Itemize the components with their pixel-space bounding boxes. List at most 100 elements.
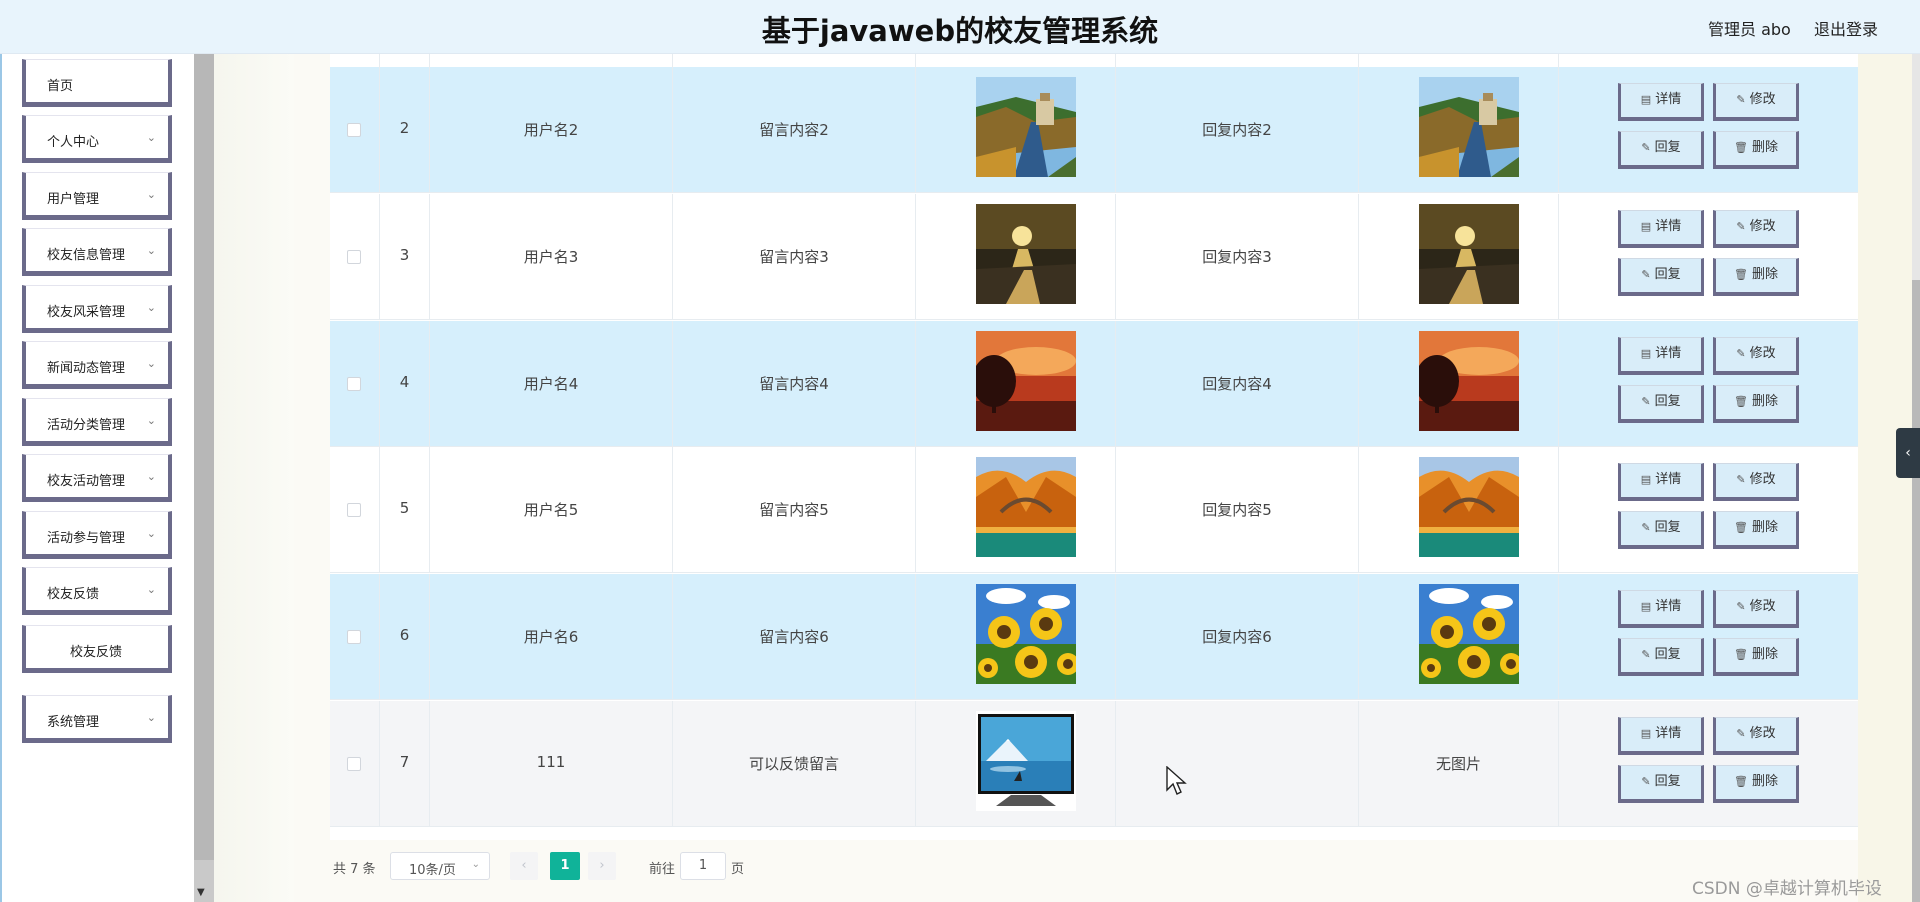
row-checkbox[interactable] (347, 123, 361, 137)
page-scrollbar-thumb[interactable] (1912, 280, 1920, 902)
detail-button[interactable]: ▤ 详情 (1618, 210, 1704, 248)
delete-button[interactable]: 🗑 删除 (1713, 765, 1799, 803)
page-size-select[interactable]: 10条/页 ⌄ (390, 852, 490, 880)
page-scrollbar[interactable] (1912, 54, 1920, 902)
prev-page-button[interactable]: ‹ (510, 852, 538, 880)
sidebar: 首页 个人中心 ⌄ 用户管理 ⌄ 校友信息管理 ⌄ 校友风采管理 ⌄ 新闻动态管… (0, 54, 214, 902)
reply-image-cell (1359, 574, 1559, 700)
message-text: 留言内容5 (759, 501, 829, 519)
sidebar-item-alumni-feedback[interactable]: 校友反馈 ⌄ (22, 567, 172, 615)
username-cell: 用户名2 (430, 67, 673, 193)
reply-icon: ✎ (1641, 395, 1651, 408)
sidebar-scrollbar-thumb[interactable] (194, 54, 214, 860)
scroll-down-arrow-icon[interactable]: ▼ (197, 887, 205, 898)
reply-button[interactable]: ✎ 回复 (1618, 638, 1704, 676)
row-checkbox[interactable] (347, 757, 361, 771)
index-cell: 3 (380, 194, 430, 320)
edit-button[interactable]: ✎ 修改 (1713, 210, 1799, 248)
table-row: 2 用户名2 留言内容2 回复内容2 ▤ 详情 ✎ 修改 ✎ 回复 🗑 删除 (330, 67, 1858, 193)
table-row: 3 用户名3 留言内容3 回复内容3 ▤ 详情 ✎ 修改 ✎ 回复 🗑 删除 (330, 194, 1858, 320)
sidebar-item-label: 新闻动态管理 (47, 361, 126, 376)
top-header: 基于javaweb的校友管理系统 管理员 abo 退出登录 (0, 0, 1920, 54)
detail-button[interactable]: ▤ 详情 (1618, 337, 1704, 375)
index-cell: 6 (380, 574, 430, 700)
message-text: 留言内容3 (759, 248, 829, 266)
reply-cell: 回复内容3 (1116, 194, 1359, 320)
edit-button[interactable]: ✎ 修改 (1713, 463, 1799, 501)
row-checkbox[interactable] (347, 503, 361, 517)
sidebar-item-activity-category[interactable]: 活动分类管理 ⌄ (22, 398, 172, 446)
sidebar-item-personal-center[interactable]: 个人中心 ⌄ (22, 115, 172, 163)
detail-button-label: 详情 (1655, 472, 1682, 487)
detail-button-label: 详情 (1655, 219, 1682, 234)
sidebar-item-alumni-activity[interactable]: 校友活动管理 ⌄ (22, 454, 172, 502)
delete-button[interactable]: 🗑 删除 (1713, 638, 1799, 676)
sidebar-subitem-alumni-feedback[interactable]: 校友反馈 (22, 625, 172, 673)
message-image-cell (916, 447, 1116, 573)
detail-button[interactable]: ▤ 详情 (1618, 463, 1704, 501)
pencil-icon: ✎ (1736, 473, 1746, 486)
edit-button-label: 修改 (1749, 346, 1776, 361)
reply-icon: ✎ (1641, 141, 1651, 154)
reply-image-cell (1359, 194, 1559, 320)
logout-link[interactable]: 退出登录 (1814, 16, 1878, 40)
reply-button[interactable]: ✎ 回复 (1618, 385, 1704, 423)
detail-button[interactable]: ▤ 详情 (1618, 717, 1704, 755)
page-number-current[interactable]: 1 (550, 852, 580, 880)
row-index: 5 (399, 499, 410, 517)
sidebar-item-news[interactable]: 新闻动态管理 ⌄ (22, 341, 172, 389)
no-image-text: 无图片 (1435, 755, 1481, 773)
reply-image (1419, 77, 1519, 177)
sidebar-item-user-management[interactable]: 用户管理 ⌄ (22, 172, 172, 220)
sidebar-item-label: 校友反馈 (70, 645, 123, 660)
collapse-panel-toggle[interactable]: ‹ (1896, 428, 1920, 478)
sidebar-item-activity-participation[interactable]: 活动参与管理 ⌄ (22, 511, 172, 559)
username-cell: 用户名6 (430, 574, 673, 700)
reply-cell: 回复内容6 (1116, 574, 1359, 700)
edit-button[interactable]: ✎ 修改 (1713, 83, 1799, 121)
sidebar-item-system-management[interactable]: 系统管理 ⌄ (22, 695, 172, 743)
edit-button[interactable]: ✎ 修改 (1713, 337, 1799, 375)
goto-page-input[interactable]: 1 (680, 852, 726, 880)
edit-button-label: 修改 (1749, 726, 1776, 741)
next-page-button[interactable]: › (588, 852, 616, 880)
delete-button[interactable]: 🗑 删除 (1713, 385, 1799, 423)
row-checkbox[interactable] (347, 630, 361, 644)
username-text: 用户名4 (523, 375, 579, 393)
actions-cell: ▤ 详情 ✎ 修改 ✎ 回复 🗑 删除 (1559, 321, 1858, 447)
message-text: 可以反馈留言 (748, 755, 839, 773)
reply-icon: ✎ (1641, 648, 1651, 661)
edit-button[interactable]: ✎ 修改 (1713, 590, 1799, 628)
reply-text: 回复内容6 (1202, 628, 1272, 646)
username-text: 用户名3 (523, 248, 579, 266)
reply-button-label: 回复 (1654, 520, 1681, 535)
reply-button[interactable]: ✎ 回复 (1618, 511, 1704, 549)
pencil-icon: ✎ (1736, 600, 1746, 613)
reply-button[interactable]: ✎ 回复 (1618, 131, 1704, 169)
sidebar-item-home[interactable]: 首页 (22, 59, 172, 107)
detail-button[interactable]: ▤ 详情 (1618, 83, 1704, 121)
delete-button[interactable]: 🗑 删除 (1713, 131, 1799, 169)
username-text: 用户名6 (523, 628, 579, 646)
checkbox-cell (330, 447, 380, 573)
reply-button-label: 回复 (1654, 394, 1681, 409)
reply-text: 回复内容5 (1202, 501, 1272, 519)
reply-button[interactable]: ✎ 回复 (1618, 765, 1704, 803)
document-icon: ▤ (1640, 473, 1652, 486)
detail-button[interactable]: ▤ 详情 (1618, 590, 1704, 628)
row-checkbox[interactable] (347, 377, 361, 391)
row-checkbox[interactable] (347, 250, 361, 264)
delete-button[interactable]: 🗑 删除 (1713, 511, 1799, 549)
delete-button[interactable]: 🗑 删除 (1713, 258, 1799, 296)
sidebar-item-alumni-info[interactable]: 校友信息管理 ⌄ (22, 228, 172, 276)
sidebar-item-alumni-showcase[interactable]: 校友风采管理 ⌄ (22, 285, 172, 333)
mouse-cursor-icon (1166, 766, 1187, 795)
edit-button[interactable]: ✎ 修改 (1713, 717, 1799, 755)
message-cell: 留言内容4 (673, 321, 916, 447)
reply-button[interactable]: ✎ 回复 (1618, 258, 1704, 296)
row-index: 6 (399, 626, 410, 644)
reply-image-cell (1359, 321, 1559, 447)
reply-image (1419, 584, 1519, 684)
username-cell: 用户名3 (430, 194, 673, 320)
sidebar-scrollbar[interactable]: ▼ (194, 54, 214, 902)
